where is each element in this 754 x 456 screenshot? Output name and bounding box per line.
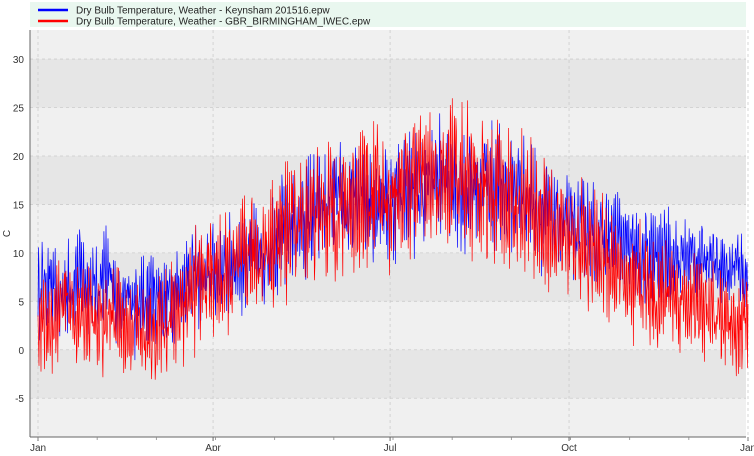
y-tick-label: 25: [13, 104, 25, 115]
legend-label: Dry Bulb Temperature, Weather - GBR_BIRM…: [76, 17, 371, 28]
y-tick-label: 20: [13, 152, 25, 163]
legend: Dry Bulb Temperature, Weather - Keynsham…: [30, 2, 746, 28]
legend-label: Dry Bulb Temperature, Weather - Keynsham…: [76, 6, 330, 17]
chart: -5 0 5 10 15 20 25 30 Jan Apr Jul Oct Jan C Dry Bulb …: [0, 0, 754, 454]
x-tick-label: Jul: [384, 443, 397, 451]
y-tick-label: 5: [18, 297, 24, 308]
x-tick-label: Oct: [561, 443, 577, 451]
y-axis-label: C: [2, 230, 13, 237]
x-tick-label: Jan: [740, 443, 754, 451]
y-tick-label: -5: [15, 394, 24, 405]
y-tick-label: 0: [18, 346, 24, 357]
chart-svg: -5 0 5 10 15 20 25 30 Jan Apr Jul Oct Jan C Dry Bulb …: [0, 0, 754, 454]
band: [30, 59, 746, 108]
y-tick-label: 10: [13, 249, 25, 260]
x-tick-label: Jan: [30, 443, 46, 451]
y-tick-label: 15: [13, 200, 25, 211]
band: [30, 349, 746, 399]
x-tick-label: Apr: [205, 443, 221, 451]
y-tick-label: 30: [13, 55, 25, 66]
